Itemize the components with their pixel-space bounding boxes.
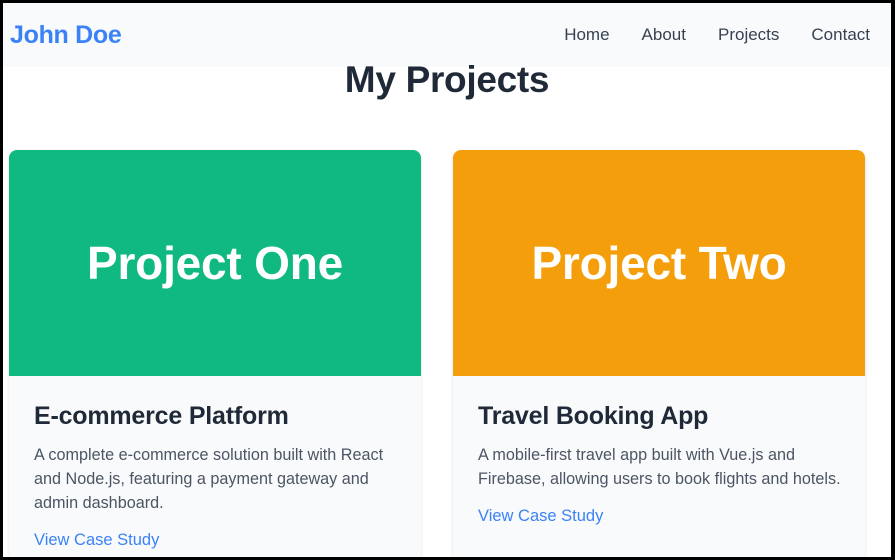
project-title: Travel Booking App [478,402,709,430]
nav-link-about[interactable]: About [642,25,686,45]
nav-links: Home About Projects Contact [532,25,870,45]
view-case-study-link[interactable]: View Case Study [478,507,603,526]
project-card-one: Project One E-commerce Platform A comple… [9,150,421,557]
view-case-study-link[interactable]: View Case Study [34,531,159,550]
project-banner-one: Project One [9,150,421,376]
project-title: E-commerce Platform [34,402,289,430]
brand-logo[interactable]: John Doe [10,21,122,50]
project-card-body: E-commerce Platform A complete e-commerc… [9,376,421,550]
top-navbar: John Doe Home About Projects Contact [3,3,891,67]
nav-link-contact[interactable]: Contact [811,25,870,45]
browser-viewport: John Doe Home About Projects Contact My … [0,0,895,560]
project-banner-two: Project Two [453,150,865,376]
page-title: My Projects [344,59,550,100]
nav-link-home[interactable]: Home [564,25,609,45]
project-description: A mobile-first travel app built with Vue… [478,446,841,488]
project-description: A complete e-commerce solution built wit… [34,446,384,512]
project-card-two: Project Two Travel Booking App A mobile-… [453,150,865,557]
project-card-body: Travel Booking App A mobile-first travel… [453,376,865,526]
nav-link-projects[interactable]: Projects [718,25,779,45]
